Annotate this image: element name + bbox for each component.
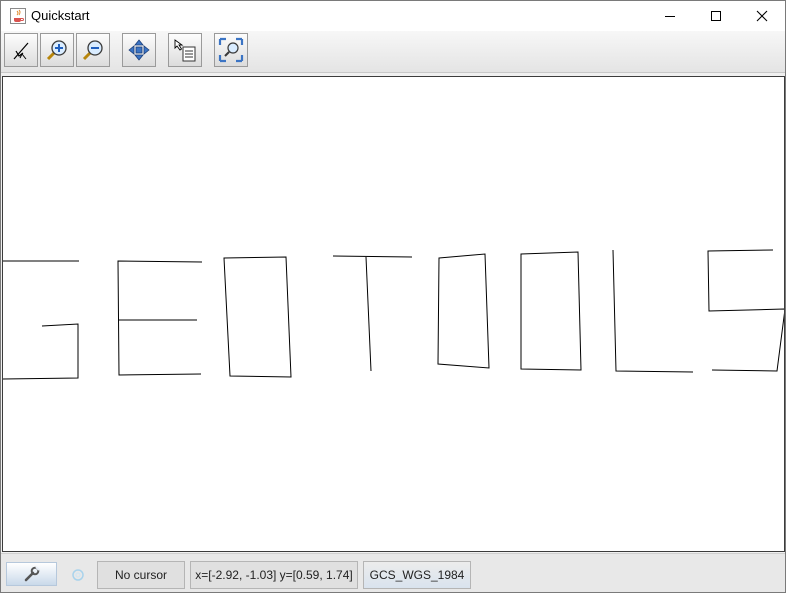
zoom-extent-icon — [218, 37, 244, 63]
window-title: Quickstart — [31, 8, 90, 23]
close-button[interactable] — [739, 1, 785, 31]
info-pointer-icon — [174, 39, 196, 62]
map-feature-letter-e — [117, 260, 203, 376]
map-feature-letter-l — [612, 249, 694, 373]
maximize-button[interactable] — [693, 1, 739, 31]
map-extent-label: x=[-2.92, -1.03] y=[0.59, 1.74] — [190, 561, 358, 589]
title-bar: Quickstart — [1, 1, 785, 31]
select-tool-button[interactable] — [4, 33, 38, 67]
status-bar: No cursor x=[-2.92, -1.03] y=[0.59, 1.74… — [1, 553, 785, 592]
minimize-button[interactable] — [647, 1, 693, 31]
map-feature-letter-g — [2, 260, 79, 380]
cursor-position-label: No cursor — [97, 561, 185, 589]
reset-tool-button[interactable] — [214, 33, 248, 67]
pan-arrows-icon — [128, 39, 150, 61]
map-toolbar — [1, 31, 785, 73]
java-cup-icon — [10, 8, 26, 24]
wrench-icon — [24, 566, 40, 582]
status-tool-button[interactable] — [6, 562, 57, 586]
pointer-icon — [13, 42, 29, 60]
pan-tool-button[interactable] — [122, 33, 156, 67]
zoom-out-icon — [82, 40, 103, 61]
map-canvas[interactable] — [2, 77, 786, 551]
map-pane[interactable] — [2, 76, 786, 552]
minimize-icon — [665, 16, 675, 17]
rendering-spinner-icon — [72, 569, 84, 581]
maximize-icon — [711, 11, 721, 21]
map-feature-letter-o3 — [520, 251, 582, 371]
app-window: Quickstart No cursor x=[-2.92, -1.03] y=… — [0, 0, 786, 593]
info-tool-button[interactable] — [168, 33, 202, 67]
crs-button[interactable]: GCS_WGS_1984 — [363, 561, 471, 589]
map-feature-letter-o2 — [437, 253, 490, 369]
close-icon — [756, 10, 768, 22]
zoom-in-icon — [46, 40, 67, 61]
map-feature-letter-o — [223, 256, 292, 378]
map-feature-letter-t — [332, 255, 413, 372]
zoom-out-tool-button[interactable] — [76, 33, 110, 67]
zoom-in-tool-button[interactable] — [40, 33, 74, 67]
map-feature-letter-s — [707, 249, 786, 372]
